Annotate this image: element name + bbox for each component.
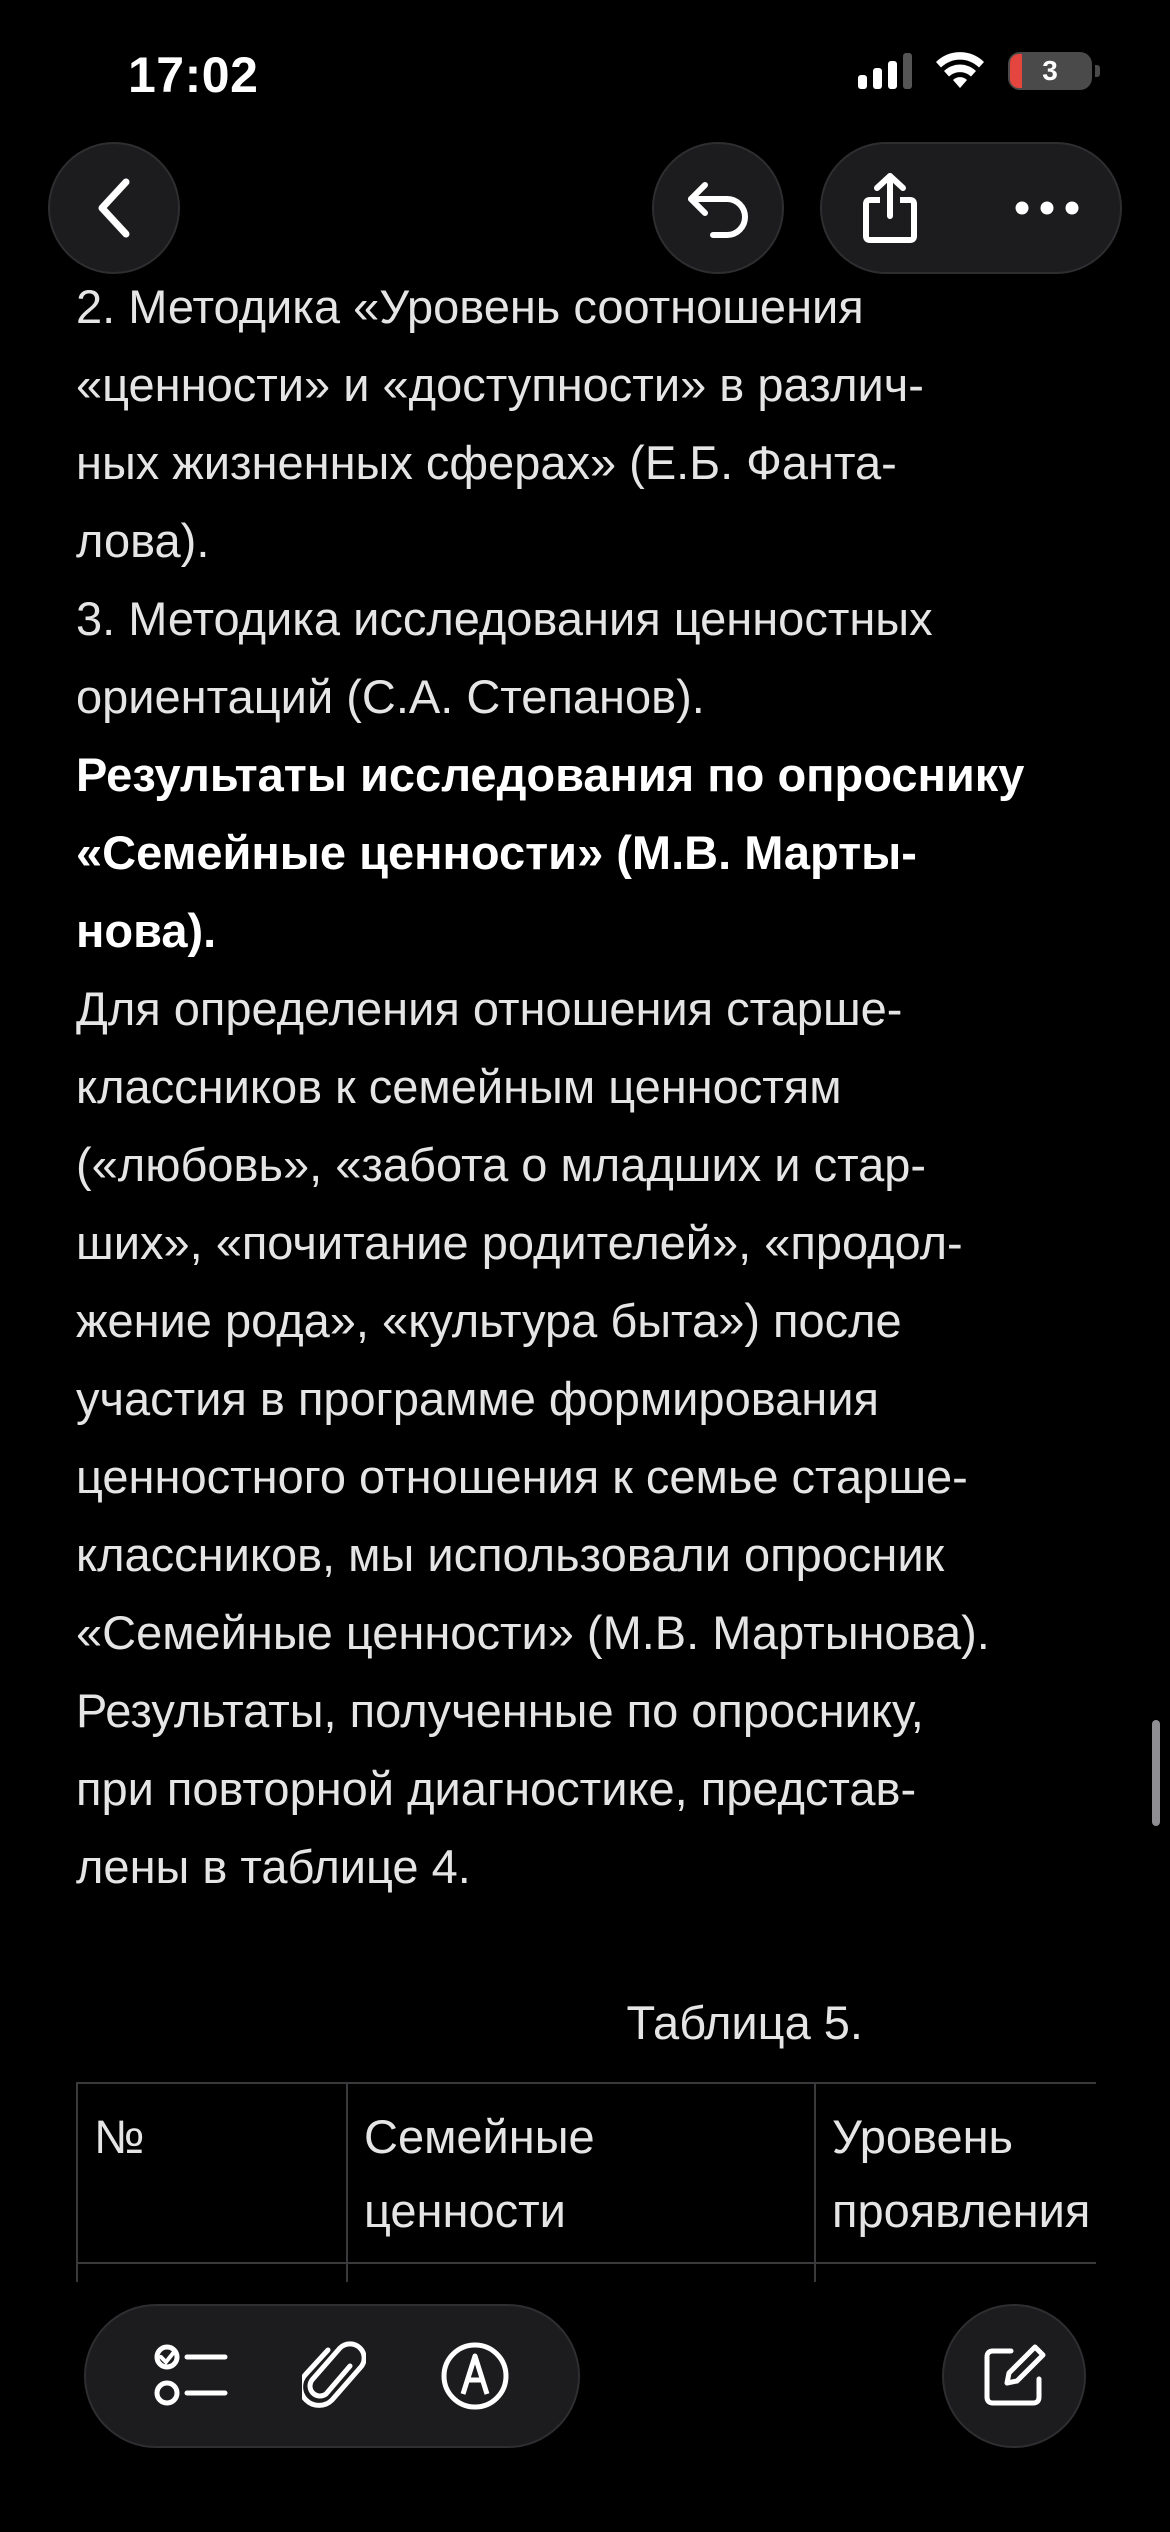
note-table[interactable]: № Семейные ценности Уровень проявления (76, 2082, 1096, 2282)
attachment-icon[interactable] (301, 2338, 366, 2414)
note-line: участия в программе формирования (76, 1372, 879, 1425)
actions-pill (820, 142, 1122, 274)
note-line: жение рода», «культура быта») после (76, 1294, 902, 1347)
note-line: классников, мы использовали опросник (76, 1528, 945, 1581)
note-line: Результаты, полученные по опроснику, (76, 1684, 924, 1737)
checklist-icon[interactable] (153, 2341, 229, 2411)
note-line: 2. Методика «Уровень соотношения (76, 280, 864, 333)
toolbar (84, 2304, 580, 2448)
table-header-cell: Уровень проявления (814, 2082, 1096, 2264)
note-line: при повторной диагностике, представ- (76, 1762, 917, 1815)
note-line: «Семейные ценности» (М.В. Марты- (76, 826, 917, 879)
table-caption: Таблица 5. (626, 1996, 863, 2049)
share-icon[interactable] (860, 172, 920, 244)
note-body[interactable]: 2. Методика «Уровень соотношения «ценнос… (76, 268, 1096, 2062)
note-heading: Результаты исследования по опроснику «Се… (76, 736, 1096, 970)
back-button[interactable] (48, 142, 180, 274)
status-icons: 3 (858, 52, 1100, 90)
note-line: «Семейные ценности» (М.В. Мартынова). (76, 1606, 990, 1659)
note-paragraph: 3. Методика исследования ценностных орие… (76, 580, 1096, 736)
wifi-icon (936, 52, 984, 88)
note-line: Для определения отношения старше- (76, 982, 903, 1035)
note-line: ориентаций (С.А. Степанов). (76, 670, 705, 723)
undo-button[interactable] (652, 142, 784, 274)
table-header-row: № Семейные ценности Уровень проявления (76, 2082, 1096, 2264)
cellular-signal-icon (858, 53, 912, 89)
note-line: 3. Методика исследования ценностных (76, 592, 933, 645)
note-line: ных жизненных сферах» (Е.Б. Фанта- (76, 436, 897, 489)
note-paragraph: Для определения отношения старше- классн… (76, 970, 1096, 1906)
status-time: 17:02 (128, 47, 259, 103)
note-line: нова). (76, 904, 217, 957)
note-line: ших», «почитание родителей», «продол- (76, 1216, 963, 1269)
table-row (76, 2262, 1096, 2282)
battery-icon: 3 (1008, 52, 1100, 90)
undo-icon (688, 182, 748, 238)
battery-level: 3 (1042, 55, 1058, 86)
scroll-indicator[interactable] (1152, 1720, 1160, 1826)
compose-button[interactable] (942, 2304, 1086, 2448)
table-header-cell: Семейные ценности (346, 2082, 816, 2264)
note-line: классников к семейным ценностям (76, 1060, 842, 1113)
note-line: Результаты исследования по опроснику (76, 748, 1025, 801)
chevron-left-icon (98, 178, 130, 238)
compose-icon (984, 2344, 1046, 2406)
note-line: лова). (76, 514, 210, 567)
table-header-cell: № (76, 2082, 348, 2264)
note-line: «ценности» и «доступности» в различ- (76, 358, 924, 411)
note-paragraph: 2. Методика «Уровень соотношения «ценнос… (76, 268, 1096, 580)
markup-icon[interactable] (439, 2340, 511, 2412)
note-line: («любовь», «забота о младших и стар- (76, 1138, 927, 1191)
note-line: ценностного отношения к семье старше- (76, 1450, 968, 1503)
more-icon[interactable] (1014, 200, 1080, 216)
note-line: лены в таблице 4. (76, 1840, 471, 1893)
